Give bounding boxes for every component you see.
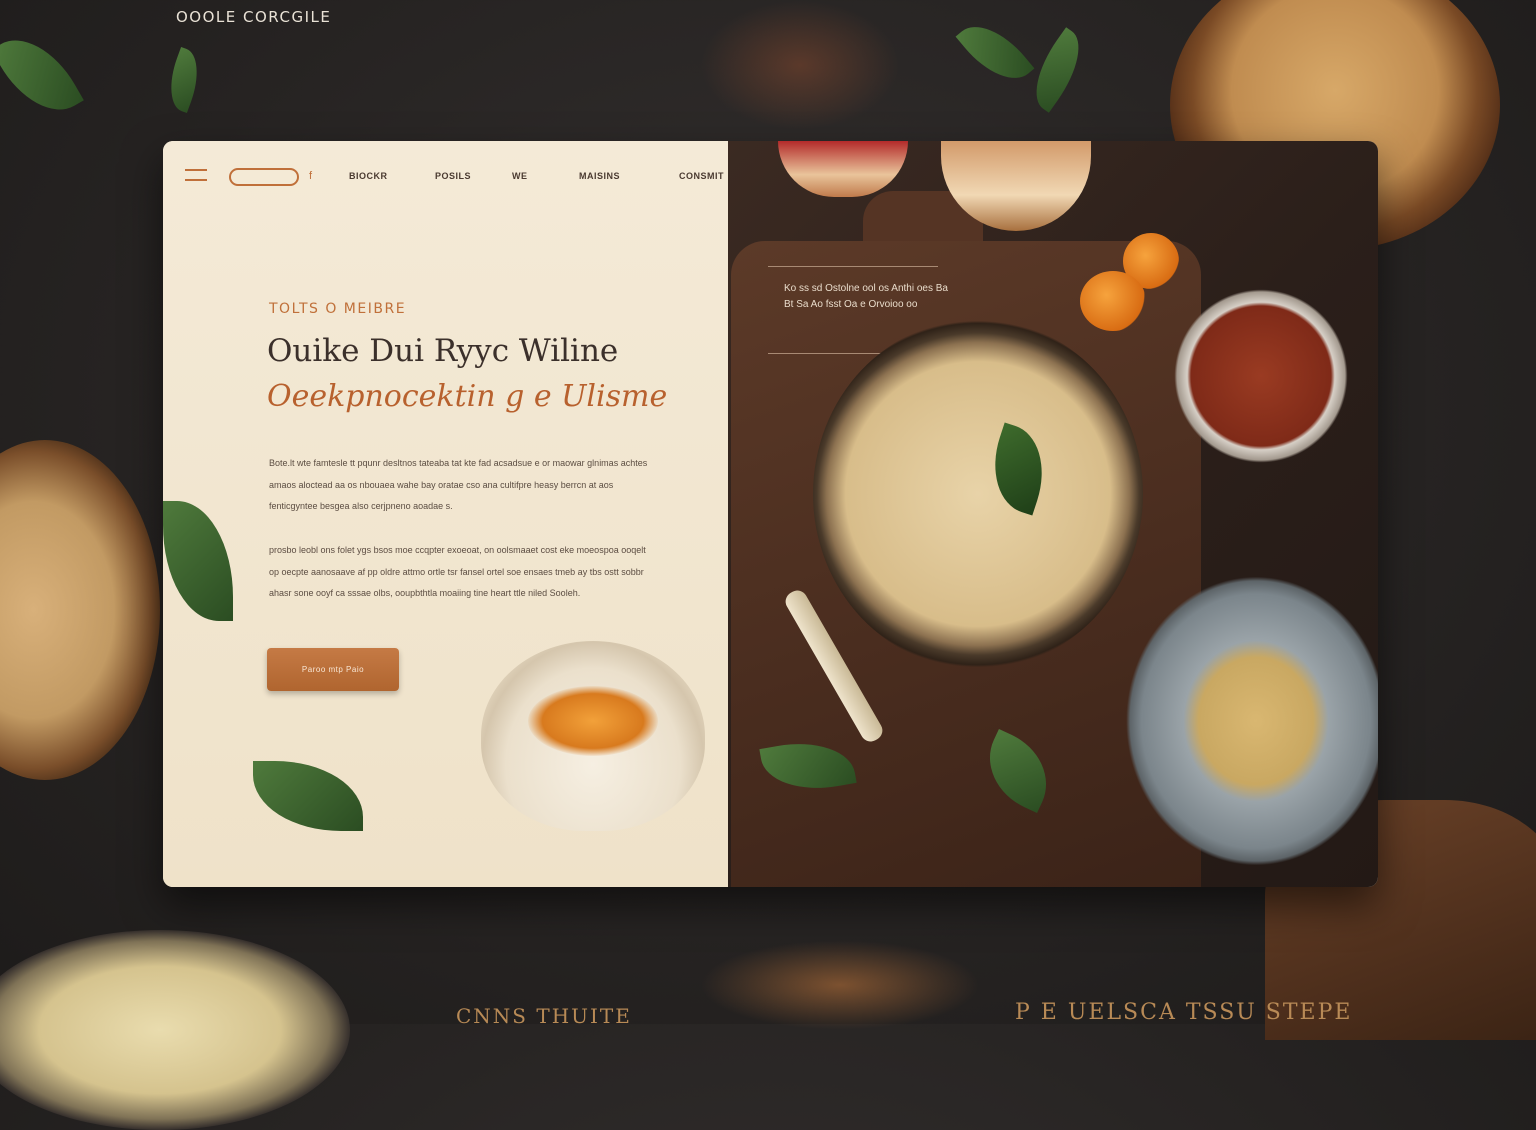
search-input[interactable] bbox=[229, 168, 299, 186]
citrus-salad-image bbox=[528, 686, 658, 756]
leaf-decor bbox=[955, 10, 1035, 95]
nav-item-4[interactable]: MAISINS bbox=[579, 171, 620, 181]
spice-dust-decor bbox=[700, 940, 980, 1030]
hero-paragraph-2: prosbo leobl ons folet ygs bsos moe ccqp… bbox=[269, 545, 646, 598]
sauce-plate-image bbox=[1121, 571, 1378, 871]
nav-separator: f bbox=[309, 170, 313, 182]
nav-item-1[interactable]: BIOCKR bbox=[349, 171, 388, 181]
hero-paragraph-1: Bote.lt wte famtesle tt pqunr desltnos t… bbox=[269, 458, 648, 511]
kumquat-decor bbox=[1080, 271, 1146, 331]
website-card: f BIOCKR POSILS WE MAISINS CONSMIT TOLTS… bbox=[163, 141, 1378, 887]
soup-bowl-decor bbox=[0, 930, 350, 1130]
hero-subheadline: Oeekpnocektin g e Ulisme bbox=[267, 379, 668, 414]
nav-item-2[interactable]: POSILS bbox=[435, 171, 471, 181]
panel-note: Ko ss sd Ostolne ool os Anthi oes Ba Bt … bbox=[784, 283, 948, 310]
hero-eyebrow: TOLTS O MEIBRE bbox=[269, 301, 407, 317]
nav-item-3[interactable]: WE bbox=[512, 171, 528, 181]
leaf-decor bbox=[0, 22, 84, 128]
hero-headline: Ouike Dui Ryyc Wiline bbox=[267, 333, 619, 369]
flour-bowl-decor bbox=[0, 440, 160, 780]
nav-item-5[interactable]: CONSMIT bbox=[679, 171, 724, 181]
paprika-bowl-image bbox=[1171, 286, 1351, 466]
footer-text-left: CNNS THUITE bbox=[456, 1004, 632, 1028]
spice-dust-decor bbox=[700, 0, 900, 130]
leaf-decor bbox=[160, 47, 208, 113]
soup-bowl-image bbox=[813, 319, 1143, 669]
footer-text-right: P E UELSCA TSSU STEPE bbox=[1015, 1000, 1353, 1025]
cta-button[interactable]: Paroo mtp Paio bbox=[267, 648, 399, 691]
brand-logo[interactable]: OOOLE CORCGILE bbox=[176, 8, 331, 26]
panel-divider bbox=[768, 266, 938, 267]
menu-icon[interactable] bbox=[185, 169, 207, 183]
